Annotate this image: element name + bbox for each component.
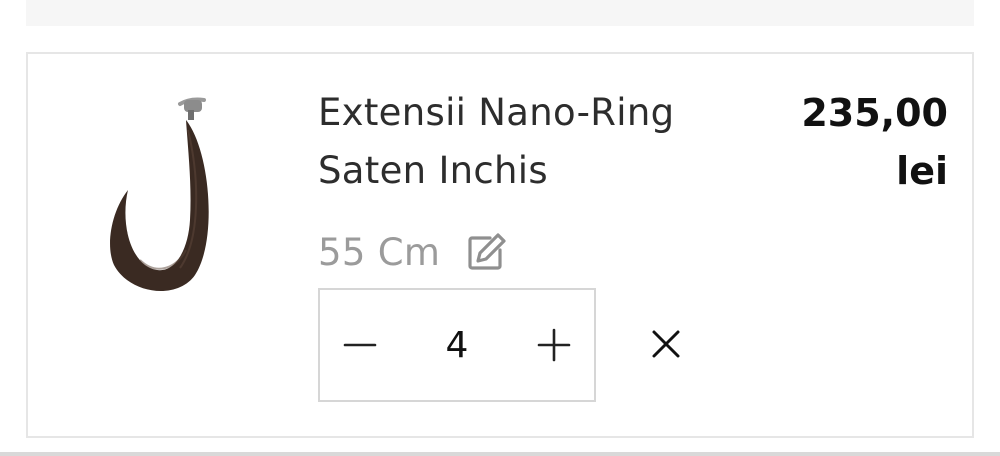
price-amount: 235,00 [801, 91, 948, 135]
remove-item-button[interactable] [640, 318, 692, 370]
product-title[interactable]: Extensii Nano-Ring Saten Inchis [318, 84, 738, 200]
bottom-divider [0, 452, 1000, 456]
product-title-line2: Saten Inchis [318, 149, 548, 192]
increase-quantity-button[interactable] [514, 290, 594, 400]
variant-row: 55 Cm [318, 226, 508, 278]
quantity-value[interactable]: 4 [400, 325, 514, 366]
quantity-stepper: 4 [318, 288, 596, 402]
price-currency: lei [896, 149, 948, 193]
previous-item-edge [26, 0, 974, 26]
product-title-line1: Extensii Nano-Ring [318, 91, 675, 134]
plus-icon [537, 328, 571, 362]
variant-label: 55 Cm [318, 230, 441, 274]
minus-icon [343, 343, 377, 347]
product-image[interactable] [100, 90, 230, 300]
cart-item: Extensii Nano-Ring Saten Inchis 235,00 l… [26, 52, 974, 438]
decrease-quantity-button[interactable] [320, 290, 400, 400]
edit-icon[interactable] [464, 230, 508, 274]
product-price: 235,00 lei [768, 84, 948, 200]
close-icon [652, 330, 680, 358]
